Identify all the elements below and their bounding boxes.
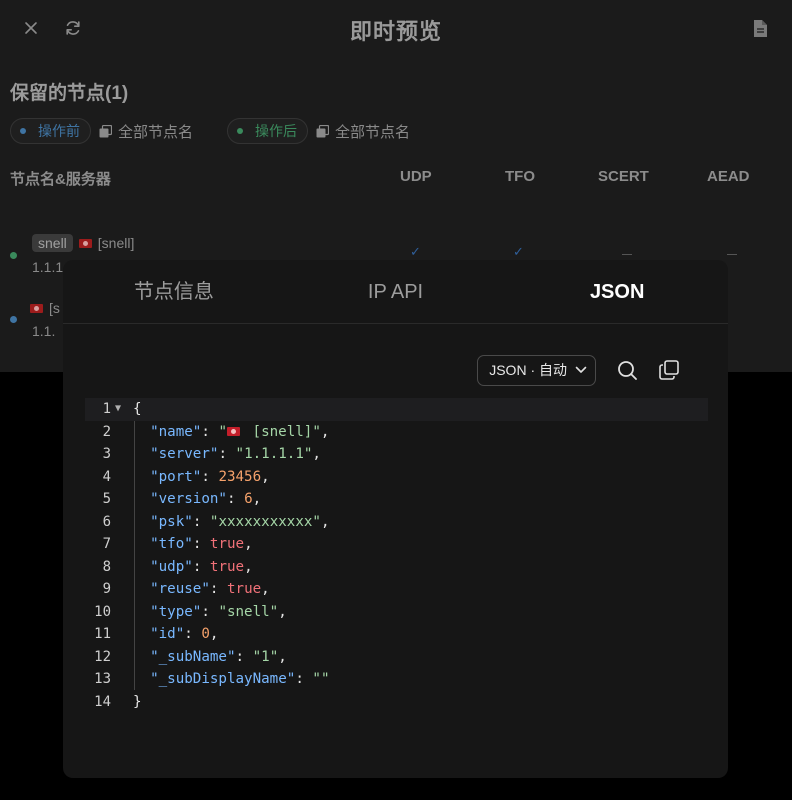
line-number: 2 xyxy=(102,423,111,440)
line-number: 14 xyxy=(94,693,111,710)
line-number: 11 xyxy=(94,626,111,642)
code-line: 6 "psk": "xxxxxxxxxxx", xyxy=(85,511,708,534)
file-icon[interactable] xyxy=(750,18,770,38)
node-type-tag: snell xyxy=(32,234,73,252)
flag-icon xyxy=(30,303,43,313)
node-name-text: [snell] xyxy=(97,235,135,251)
node-server: 1.1.1. xyxy=(32,259,68,275)
json-toolbar: JSON · 自动 xyxy=(477,354,680,386)
code-text: { xyxy=(133,401,142,417)
copy-icon xyxy=(316,124,330,138)
code-text: "reuse": true, xyxy=(150,581,270,597)
page-title: 即时预览 xyxy=(349,19,442,44)
json-editor[interactable]: 1 ▼{2 "name": " [snell]", 3 "server": "1.1… xyxy=(85,398,708,718)
line-number: 10 xyxy=(94,603,111,620)
code-text: "name": " [snell]", xyxy=(150,423,330,440)
line-number: 12 xyxy=(94,648,111,665)
line-number: 1 xyxy=(102,401,111,417)
code-line: 12 "_subName": "1", xyxy=(85,646,708,669)
code-line: 14} xyxy=(85,691,708,714)
column-header-name-server: 节点名&服务器 xyxy=(10,171,111,188)
code-text: "_subDisplayName": "" xyxy=(150,671,330,687)
json-mode-select[interactable]: JSON · 自动 xyxy=(477,354,596,386)
code-line: 5 "version": 6, xyxy=(85,488,708,511)
code-line: 13 "_subDisplayName": "" xyxy=(85,668,708,691)
line-number: 5 xyxy=(102,491,111,507)
column-header-tfo: TFO xyxy=(505,168,535,185)
node-server: 1.1. xyxy=(32,323,56,339)
node-name-text: [s xyxy=(49,300,60,316)
copy-names-label: 全部节点名 xyxy=(335,123,411,141)
tab-node-info[interactable]: 节点信息 xyxy=(63,260,285,323)
before-operation-label: 操作前 xyxy=(38,123,80,139)
flag-icon xyxy=(78,238,92,248)
tab-ip-api[interactable]: IP API xyxy=(285,260,507,323)
top-bar: 即时预览 xyxy=(0,0,792,56)
node-name: snell [snell] xyxy=(32,234,134,252)
line-number: 6 xyxy=(102,513,111,530)
filter-row: 操作前 全部节点名 操作后 全部节点名 xyxy=(10,118,410,144)
code-line: 8 "udp": true, xyxy=(85,556,708,579)
code-text: "udp": true, xyxy=(150,558,253,575)
copy-all-names-before[interactable]: 全部节点名 xyxy=(99,121,193,142)
code-text: "_subName": "1", xyxy=(150,648,287,665)
code-text: "id": 0, xyxy=(150,626,219,642)
node-name: [s xyxy=(30,300,60,316)
fold-toggle-icon[interactable]: ▼ xyxy=(115,398,121,421)
after-operation-label: 操作后 xyxy=(255,123,298,139)
before-operation-pill[interactable]: 操作前 xyxy=(10,118,91,144)
flag-icon xyxy=(226,426,240,436)
line-number: 7 xyxy=(102,536,111,552)
code-line: 1 ▼ { xyxy=(85,398,708,421)
status-dot xyxy=(20,128,26,134)
code-line: 9 "reuse": true, xyxy=(85,578,708,601)
code-text: "port": 23456, xyxy=(150,468,270,485)
code-line: 3 "server": "1.1.1.1", xyxy=(85,443,708,466)
code-line: 4 "port": 23456, xyxy=(85,466,708,489)
json-mode-value: JSON · 自动 xyxy=(489,362,567,378)
line-number: 13 xyxy=(94,671,111,687)
chevron-down-icon xyxy=(575,366,587,374)
node-detail-modal: 节点信息 IP API JSON JSON · 自动 1 ▼ {2 "name": … xyxy=(63,260,728,778)
status-dot xyxy=(10,252,17,259)
after-operation-pill[interactable]: 操作后 xyxy=(227,118,309,144)
code-line: 10 "type": "snell", xyxy=(85,601,708,624)
column-header-aead: AEAD xyxy=(707,168,750,185)
tab-json[interactable]: JSON xyxy=(506,260,728,323)
column-header-udp: UDP xyxy=(400,168,432,185)
tfo-check-icon: ✓ xyxy=(513,244,524,259)
line-number: 3 xyxy=(102,446,111,462)
copy-all-names-after[interactable]: 全部节点名 xyxy=(316,121,410,142)
aead-dash xyxy=(727,254,737,255)
modal-tabs: 节点信息 IP API JSON xyxy=(63,260,728,324)
code-text: "version": 6, xyxy=(150,491,262,507)
status-dot xyxy=(10,316,17,323)
section-title: 保留的节点(1) xyxy=(10,83,129,104)
scert-dash xyxy=(622,254,632,255)
line-number: 4 xyxy=(102,468,111,485)
copy-icon xyxy=(99,124,112,138)
column-header-scert: SCERT xyxy=(598,168,649,185)
code-text: "tfo": true, xyxy=(150,536,253,552)
line-number: 9 xyxy=(102,581,111,597)
code-text: "server": "1.1.1.1", xyxy=(150,446,321,462)
status-dot xyxy=(237,128,244,134)
code-text: "psk": "xxxxxxxxxxx", xyxy=(150,513,330,530)
line-number: 8 xyxy=(102,558,111,575)
udp-check-icon: ✓ xyxy=(410,244,421,259)
search-icon[interactable] xyxy=(616,359,638,381)
code-text: "type": "snell", xyxy=(150,603,287,620)
code-text: } xyxy=(133,693,142,710)
code-line: 7 "tfo": true, xyxy=(85,533,708,556)
copy-icon[interactable] xyxy=(658,359,680,381)
code-line: 11 "id": 0, xyxy=(85,623,708,646)
copy-names-label: 全部节点名 xyxy=(118,123,194,141)
code-line: 2 "name": " [snell]", xyxy=(85,421,708,444)
